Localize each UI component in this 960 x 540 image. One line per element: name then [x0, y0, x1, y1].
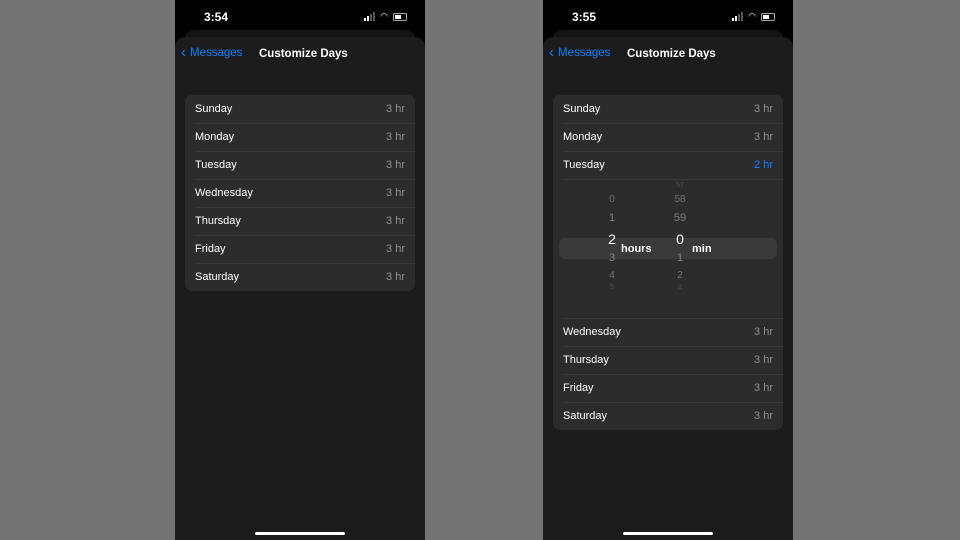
hours-option[interactable]: 3: [609, 252, 615, 264]
minutes-option[interactable]: 0: [676, 231, 684, 247]
day-row-saturday[interactable]: Saturday 3 hr: [553, 402, 783, 430]
day-row-sunday[interactable]: Sunday 3 hr: [185, 95, 415, 123]
hours-option[interactable]: 2: [608, 231, 616, 247]
day-row-monday[interactable]: Monday 3 hr: [185, 123, 415, 151]
day-limit-value: 3 hr: [386, 187, 405, 199]
day-row-wednesday[interactable]: Wednesday 3 hr: [553, 318, 783, 346]
day-row-monday[interactable]: Monday 3 hr: [553, 123, 783, 151]
minutes-option[interactable]: 3: [678, 284, 682, 291]
back-label: Messages: [558, 47, 611, 59]
home-indicator[interactable]: [623, 532, 713, 535]
hours-unit-label: hours: [621, 243, 652, 255]
wifi-icon: ◠: [748, 11, 756, 21]
day-limit-value: 3 hr: [386, 271, 405, 283]
day-row-friday[interactable]: Friday 3 hr: [185, 235, 415, 263]
day-row-wednesday[interactable]: Wednesday 3 hr: [185, 179, 415, 207]
day-limit-value: 3 hr: [754, 131, 773, 143]
day-label: Monday: [195, 131, 235, 143]
day-row-sunday[interactable]: Sunday 3 hr: [553, 95, 783, 123]
minutes-option[interactable]: 57: [676, 182, 684, 189]
day-label: Wednesday: [195, 187, 253, 199]
day-label: Tuesday: [563, 159, 605, 171]
home-indicator[interactable]: [255, 532, 345, 535]
status-icons: ◠: [364, 11, 407, 22]
phone-screen-left: 3:54 ◠ ‹ Messages Customize Days Sunday 3 …: [175, 0, 425, 540]
day-limit-value: 3 hr: [386, 243, 405, 255]
hours-option[interactable]: 5: [610, 284, 614, 291]
day-label: Wednesday: [563, 326, 621, 338]
minutes-unit-label: min: [692, 243, 712, 255]
battery-icon: [761, 12, 775, 21]
day-label: Sunday: [195, 103, 233, 115]
day-label: Saturday: [563, 410, 608, 422]
day-row-tuesday[interactable]: Tuesday 3 hr: [185, 151, 415, 179]
days-list: Sunday 3 hr Monday 3 hr Tuesday 3 hr Wednesday…: [185, 95, 415, 291]
settings-sheet: ‹ Messages Customize Days Sunday 3 hr Monda…: [543, 37, 793, 540]
days-list: Sunday 3 hr Monday 3 hr Tuesday 2 hr 0 1 2 3 4 5 57 5…: [553, 95, 783, 430]
day-label: Thursday: [563, 354, 609, 366]
wifi-icon: ◠: [380, 11, 388, 21]
day-limit-value: 3 hr: [754, 382, 773, 394]
day-row-saturday[interactable]: Saturday 3 hr: [185, 263, 415, 291]
day-limit-value: 3 hr: [754, 326, 773, 338]
minutes-option[interactable]: 59: [674, 212, 686, 224]
minutes-option[interactable]: 1: [677, 252, 683, 264]
day-row-thursday[interactable]: Thursday 3 hr: [185, 207, 415, 235]
day-label: Friday: [195, 243, 226, 255]
cellular-signal-icon: [364, 11, 376, 21]
settings-sheet: ‹ Messages Customize Days Sunday 3 hr Monda…: [175, 37, 425, 540]
day-limit-value: 3 hr: [386, 103, 405, 115]
day-limit-value: 3 hr: [754, 410, 773, 422]
day-limit-value: 3 hr: [386, 159, 405, 171]
day-limit-value: 3 hr: [386, 131, 405, 143]
page-title: Customize Days: [259, 48, 348, 60]
day-label: Thursday: [195, 215, 241, 227]
day-label: Sunday: [563, 103, 601, 115]
day-label: Saturday: [195, 271, 240, 283]
day-label: Friday: [563, 382, 594, 394]
minutes-option[interactable]: 58: [674, 194, 685, 205]
hours-option[interactable]: 4: [609, 270, 615, 281]
day-limit-value: 2 hr: [754, 159, 773, 171]
cellular-signal-icon: [732, 11, 744, 21]
back-button[interactable]: ‹ Messages: [549, 44, 611, 61]
day-row-thursday[interactable]: Thursday 3 hr: [553, 346, 783, 374]
minutes-option[interactable]: 2: [677, 270, 683, 281]
chevron-left-icon: ‹: [181, 44, 186, 61]
battery-icon: [393, 12, 407, 21]
status-time: 3:54: [204, 10, 229, 24]
day-limit-value: 3 hr: [754, 354, 773, 366]
back-button[interactable]: ‹ Messages: [181, 44, 243, 61]
day-limit-value: 3 hr: [754, 103, 773, 115]
day-row-tuesday[interactable]: Tuesday 2 hr: [553, 151, 783, 179]
day-row-friday[interactable]: Friday 3 hr: [553, 374, 783, 402]
hours-option[interactable]: 1: [609, 212, 615, 224]
day-label: Monday: [563, 131, 603, 143]
phone-screen-right: 3:55 ◠ ‹ Messages Customize Days Sunday 3 …: [543, 0, 793, 540]
time-picker[interactable]: 0 1 2 3 4 5 57 58 59 0 1 2 3 hours min: [553, 179, 783, 318]
back-label: Messages: [190, 47, 243, 59]
hours-option[interactable]: 0: [609, 194, 615, 205]
status-time: 3:55: [572, 10, 597, 24]
day-limit-value: 3 hr: [386, 215, 405, 227]
page-title: Customize Days: [627, 48, 716, 60]
picker-selection-band: [559, 238, 777, 259]
status-icons: ◠: [732, 11, 775, 22]
chevron-left-icon: ‹: [549, 44, 554, 61]
day-label: Tuesday: [195, 159, 237, 171]
